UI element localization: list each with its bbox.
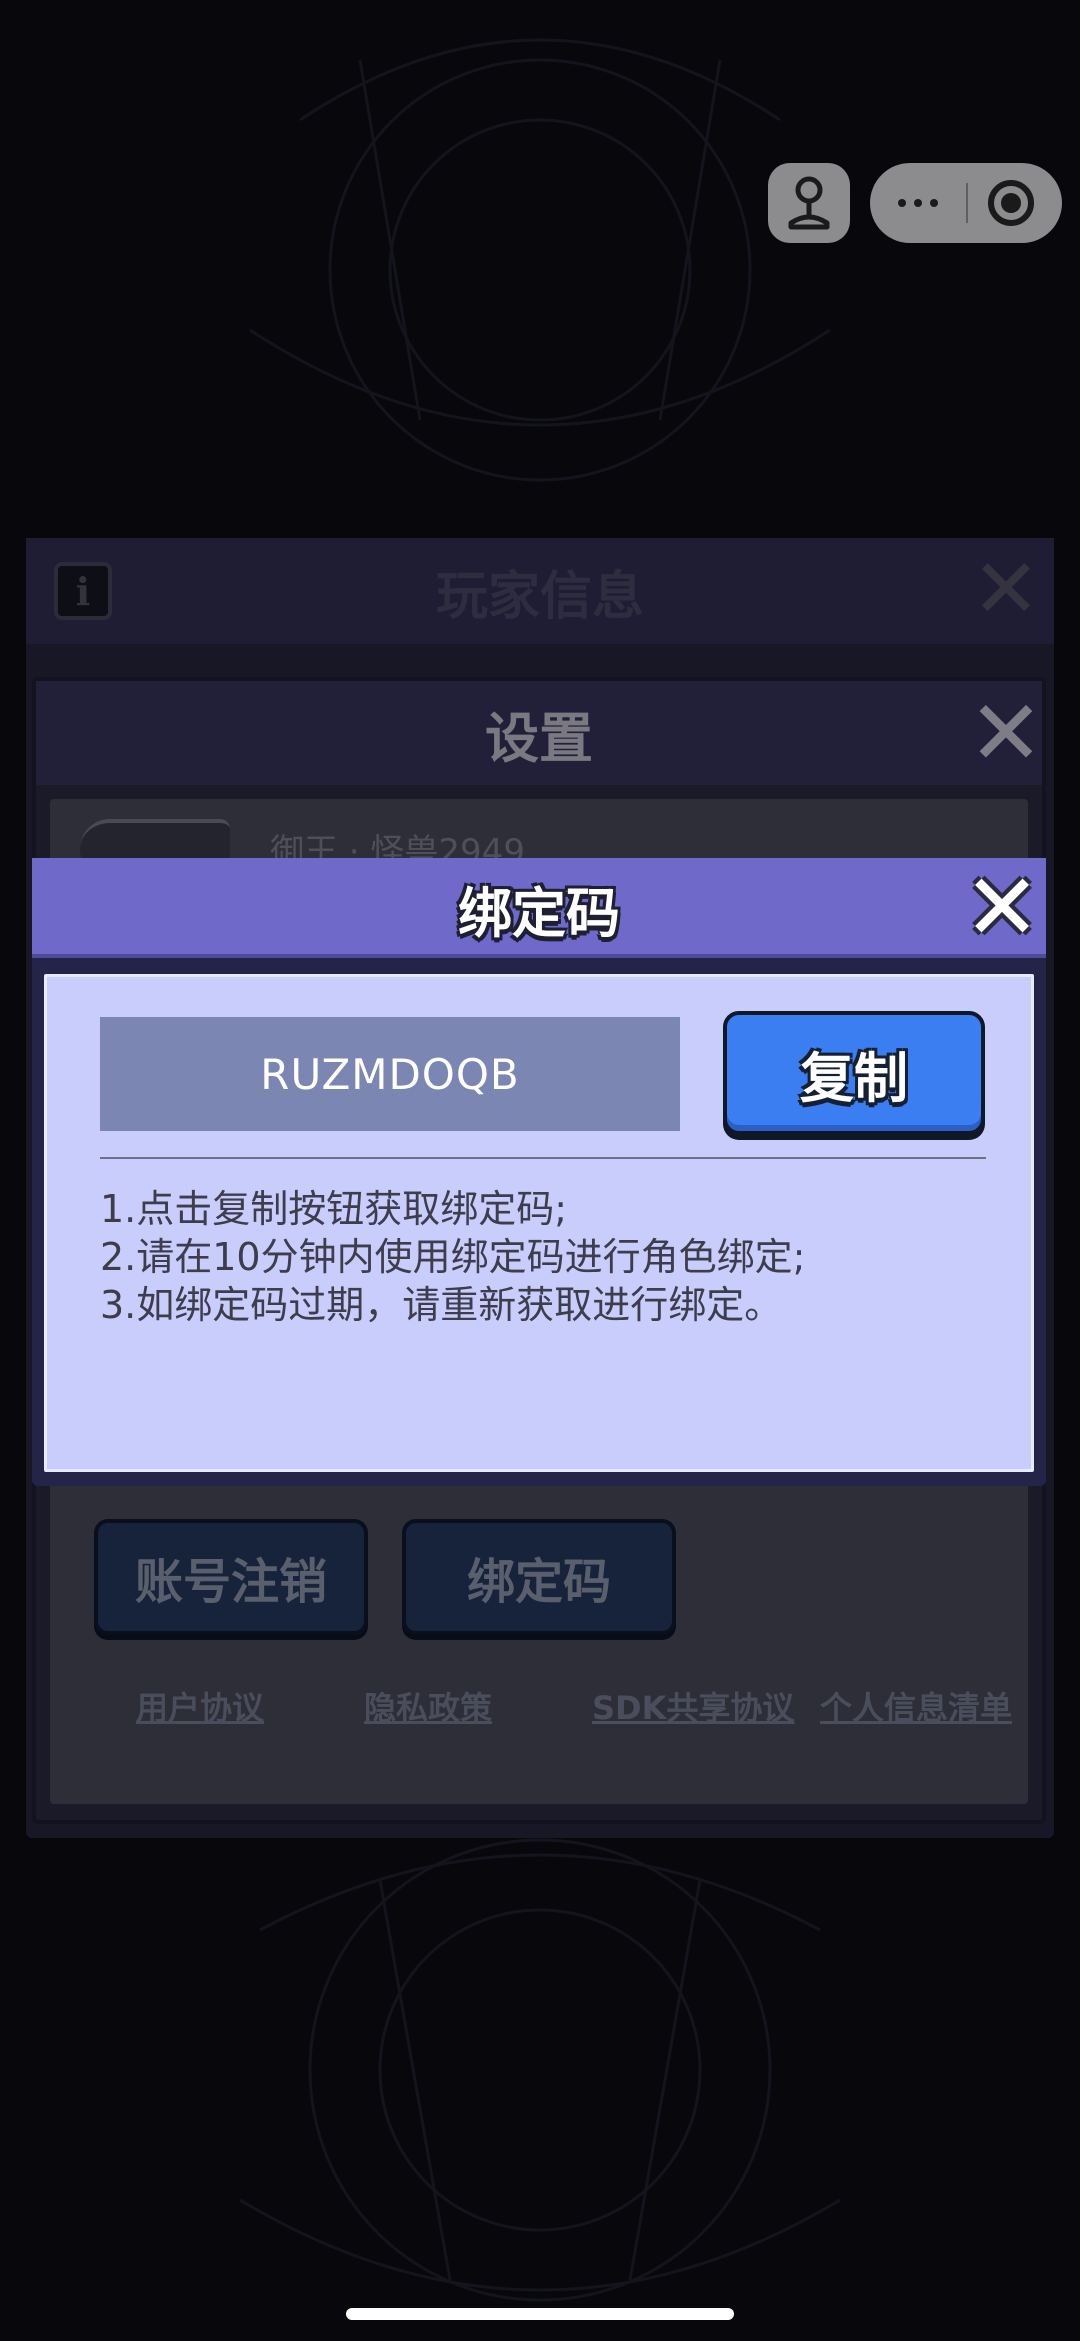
game-center-button[interactable] (768, 163, 850, 243)
personal-info-list-link[interactable]: 个人信息清单 (820, 1683, 1012, 1729)
user-agreement-link[interactable]: 用户协议 (136, 1683, 264, 1729)
copy-button[interactable]: 复制 (723, 1011, 985, 1135)
sdk-sharing-link[interactable]: SDK共享协议 (592, 1683, 794, 1729)
settings-title: 设置 (485, 706, 593, 770)
home-indicator[interactable] (346, 2308, 734, 2320)
instructions: 1.点击复制按钮获取绑定码; 2.请在10分钟内使用绑定码进行角色绑定; 3.如… (100, 1185, 1000, 1329)
capsule-divider (966, 183, 968, 223)
more-dots-icon[interactable] (870, 163, 966, 243)
privacy-policy-link[interactable]: 隐私政策 (364, 1683, 492, 1729)
close-icon[interactable]: ✕ (957, 862, 1047, 954)
instruction-line: 1.点击复制按钮获取绑定码; (100, 1187, 568, 1231)
settings-header: 设置 ✕ (36, 681, 1044, 785)
bind-code-title: 绑定码 (458, 881, 620, 945)
player-info-title: 玩家信息 (435, 566, 644, 627)
bind-code-header: 绑定码 ✕ (32, 858, 1046, 958)
player-info-header: i 玩家信息 ✕ (26, 538, 1054, 644)
close-icon[interactable]: ✕ (966, 549, 1046, 631)
miniprogram-capsule (870, 163, 1062, 243)
bind-code-body: RUZMDOQB 复制 1.点击复制按钮获取绑定码; 2.请在10分钟内使用绑定… (44, 974, 1034, 1472)
bind-code-dialog: 绑定码 ✕ RUZMDOQB 复制 1.点击复制按钮获取绑定码; 2.请在10分… (32, 858, 1046, 1486)
account-cancel-button[interactable]: 账号注销 (94, 1519, 368, 1635)
instruction-line: 3.如绑定码过期，请重新获取进行绑定。 (100, 1283, 783, 1327)
bind-code-value: RUZMDOQB (100, 1017, 680, 1131)
divider (100, 1157, 986, 1159)
close-icon[interactable]: ✕ (961, 689, 1051, 779)
bind-code-button[interactable]: 绑定码 (402, 1519, 676, 1635)
target-close-icon[interactable] (988, 180, 1034, 226)
joystick-icon (788, 176, 830, 230)
instruction-line: 2.请在10分钟内使用绑定码进行角色绑定; (100, 1235, 806, 1279)
